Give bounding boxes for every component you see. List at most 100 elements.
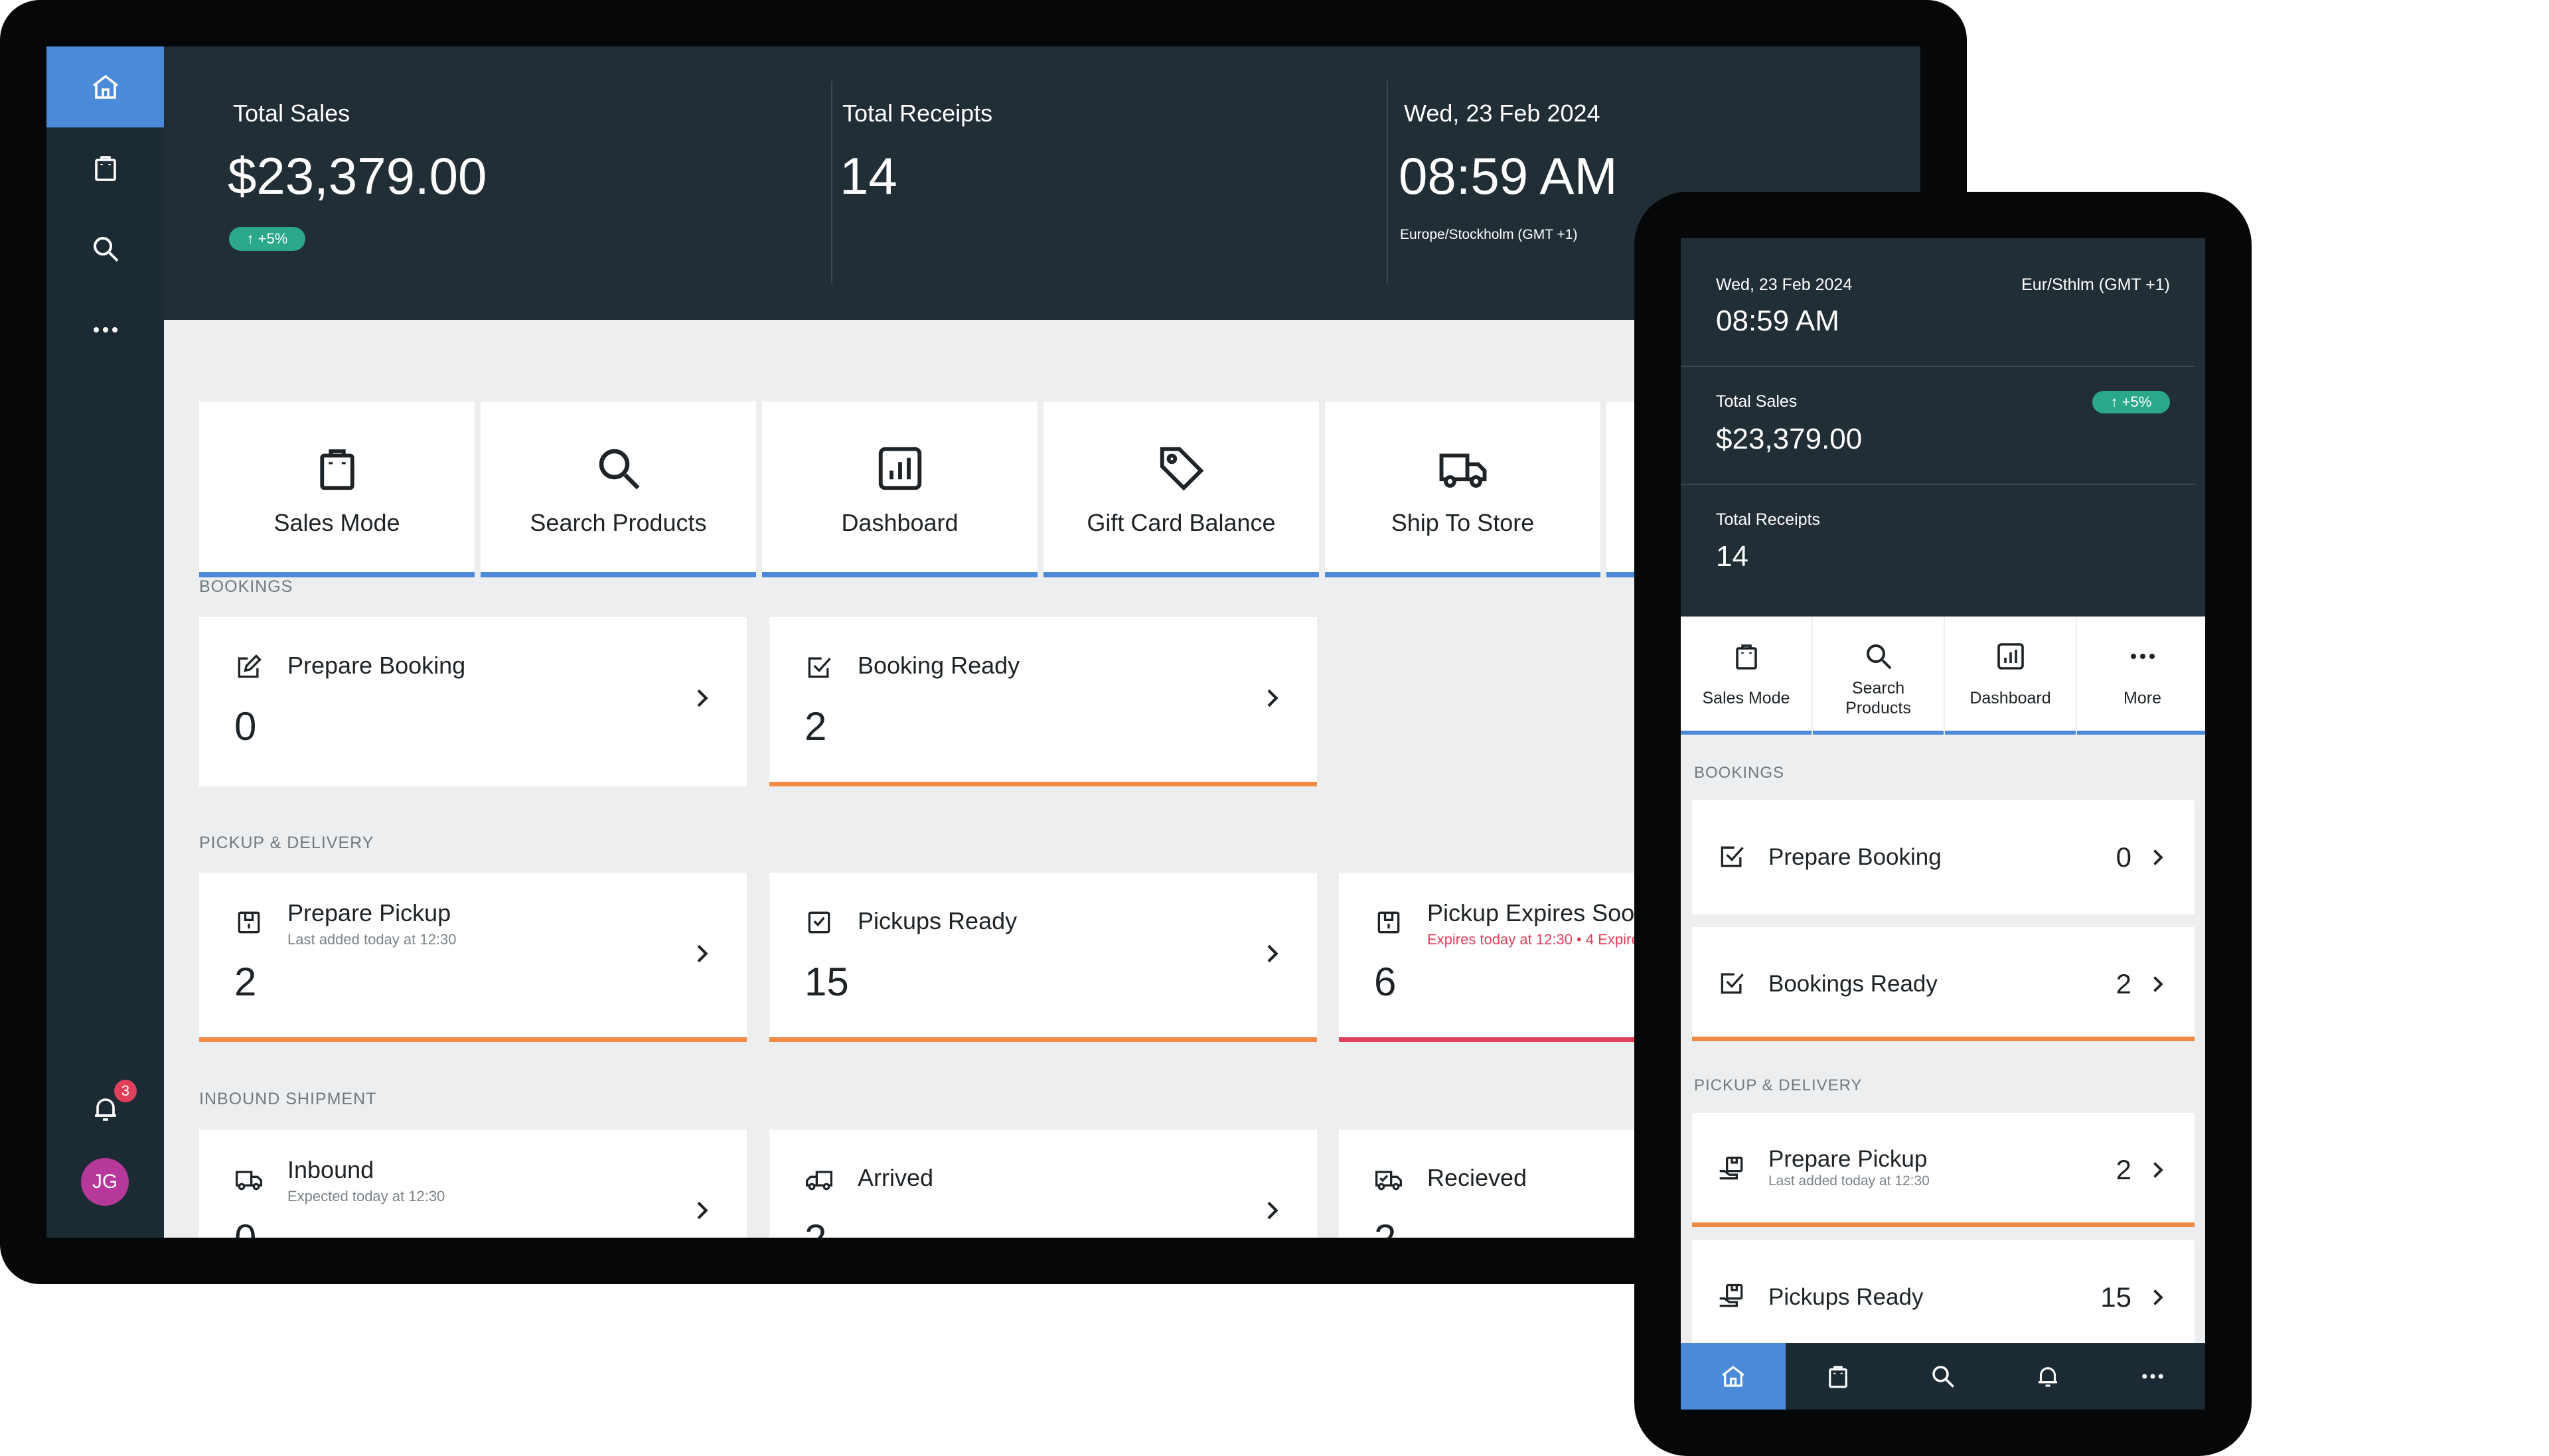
nav-sales-button[interactable] [46, 127, 164, 208]
card-title: Recieved [1427, 1164, 1527, 1191]
more-icon [2130, 654, 2155, 659]
chevron-right-icon [697, 1201, 708, 1220]
card-title: Prepare Pickup [1768, 1146, 1928, 1172]
home-icon [1722, 1366, 1744, 1387]
chevron-right-icon [2153, 1289, 2163, 1305]
card-prepare-booking[interactable]: Prepare Booking 0 [199, 617, 747, 786]
section-inbound-label: INBOUND SHIPMENT [199, 1090, 377, 1108]
tag-icon [1160, 447, 1203, 491]
bottom-navigation [1681, 1343, 2205, 1410]
tile-sales-mode[interactable]: Sales Mode [199, 401, 475, 577]
card-count: 2 [2116, 968, 2131, 999]
card-pickups-ready[interactable]: Pickups Ready 15 [1692, 1240, 2195, 1354]
card-title: Booking Ready [858, 652, 1020, 679]
card-count: 6 [1374, 960, 1397, 1004]
card-pickups-ready[interactable]: Pickups Ready 15 [769, 873, 1317, 1042]
tile-label: Gift Card Balance [1087, 509, 1276, 536]
nav-search-button[interactable] [1891, 1343, 1995, 1410]
nav-notifications-button[interactable] [1995, 1343, 2100, 1410]
card-count: 2 [2116, 1154, 2131, 1185]
card-title: Prepare Booking [1768, 844, 1942, 870]
card-subtitle: Last added today at 12:30 [287, 931, 457, 948]
truck-received-icon [1375, 1171, 1402, 1191]
sales-change-badge: ↑ +5% [229, 227, 305, 251]
chart-icon [878, 447, 921, 490]
search-icon [1932, 1366, 1954, 1388]
section-bookings-label: BOOKINGS [199, 577, 293, 596]
nav-sales-button[interactable] [1786, 1343, 1891, 1410]
chevron-right-icon [1267, 944, 1278, 963]
total-receipts-label: Total Receipts [842, 100, 993, 127]
nav-notifications-button[interactable] [46, 1068, 164, 1149]
total-receipts-label: Total Receipts [1716, 510, 1821, 529]
card-title: Inbound [287, 1156, 374, 1183]
search-icon [599, 449, 640, 490]
more-icon [93, 327, 117, 332]
divider [1681, 366, 2195, 367]
card-booking-ready[interactable]: Booking Ready 2 [769, 617, 1317, 786]
arrow-up-icon: ↑ [246, 230, 254, 247]
nav-more-button[interactable] [46, 289, 164, 370]
chevron-right-icon [1267, 1201, 1278, 1220]
tile-label: More [2124, 689, 2161, 707]
total-sales-value: $23,379.00 [1716, 423, 1863, 455]
card-count: 2 [1374, 1216, 1396, 1238]
card-title: Prepare Booking [287, 652, 466, 679]
notification-badge: 3 [114, 1080, 137, 1102]
tile-sales-mode[interactable]: Sales Mode [1681, 617, 1812, 735]
card-title: Pickup Expires Soon [1427, 899, 1648, 926]
date-label: Wed, 23 Feb 2024 [1716, 275, 1853, 294]
nav-home-button[interactable] [46, 46, 164, 127]
tile-gift-card-balance[interactable]: Gift Card Balance [1043, 401, 1319, 577]
card-subtitle: Last added today at 12:30 [1768, 1173, 1930, 1189]
tile-label: Search Products [530, 509, 707, 536]
tile-label: Sales Mode [273, 509, 400, 536]
home-icon [92, 74, 118, 99]
small-tablet-screen: Wed, 23 Feb 2024 Eur/Sthlm (GMT +1) 08:5… [1681, 238, 2205, 1410]
truck-icon [236, 1171, 262, 1191]
card-title: Pickups Ready [858, 907, 1018, 934]
card-subtitle: Expected today at 12:30 [287, 1188, 445, 1204]
section-pickup-label: PICKUP & DELIVERY [1694, 1076, 1863, 1094]
timezone-label: Eur/Sthlm (GMT +1) [2021, 275, 2170, 294]
card-count: 0 [234, 704, 257, 749]
tile-dashboard[interactable]: Dashboard [1945, 617, 2076, 735]
chevron-right-icon [1267, 689, 1278, 707]
total-receipts-value: 14 [840, 147, 897, 205]
card-bookings-ready[interactable]: Bookings Ready 2 [1692, 927, 2195, 1041]
tile-search-products[interactable]: Search Products [481, 401, 756, 577]
time-value: 08:59 AM [1399, 147, 1618, 205]
pickup-hand-icon [1719, 1283, 1743, 1307]
card-subtitle: Expires today at 12:30 • 4 Expired [1427, 931, 1648, 948]
chevron-right-icon [697, 944, 708, 963]
section-bookings-label: BOOKINGS [1694, 764, 1785, 782]
tile-ship-to-store[interactable]: Ship To Store [1325, 401, 1600, 577]
tile-dashboard[interactable]: Dashboard [762, 401, 1038, 577]
checkbox-icon [1721, 846, 1744, 867]
card-prepare-booking[interactable]: Prepare Booking 0 [1692, 800, 2195, 914]
card-prepare-pickup[interactable]: Prepare Pickup Last added today at 12:30… [1692, 1113, 2195, 1227]
card-prepare-pickup[interactable]: Prepare Pickup Last added today at 12:30… [199, 873, 747, 1042]
sales-change-value: +5% [2122, 394, 2152, 410]
nav-search-button[interactable] [46, 208, 164, 289]
date-label: Wed, 23 Feb 2024 [1404, 100, 1600, 127]
nav-home-button[interactable] [1681, 1343, 1786, 1410]
card-arrived[interactable]: Arrived 2 [769, 1129, 1317, 1238]
shopping-bag-icon [1829, 1366, 1847, 1388]
arrow-up-icon: ↑ [2110, 394, 2118, 410]
total-sales-label: Total Sales [233, 100, 350, 127]
card-inbound[interactable]: Inbound Expected today at 12:30 0 [199, 1129, 747, 1238]
card-title: Bookings Ready [1768, 971, 1938, 997]
pickup-box-icon [238, 911, 260, 934]
avatar[interactable]: JG [81, 1158, 129, 1206]
tile-label: Dashboard [841, 509, 959, 536]
total-sales-label: Total Sales [1716, 392, 1798, 411]
card-count: 2 [805, 1216, 826, 1238]
nav-more-button[interactable] [2100, 1343, 2205, 1410]
card-count: 0 [234, 1216, 256, 1238]
bell-icon [2039, 1367, 2057, 1387]
tile-more[interactable]: More [2077, 617, 2205, 735]
tile-search-products[interactable]: Search Products [1813, 617, 1944, 735]
card-count: 15 [2100, 1281, 2131, 1313]
card-count: 2 [805, 704, 827, 749]
